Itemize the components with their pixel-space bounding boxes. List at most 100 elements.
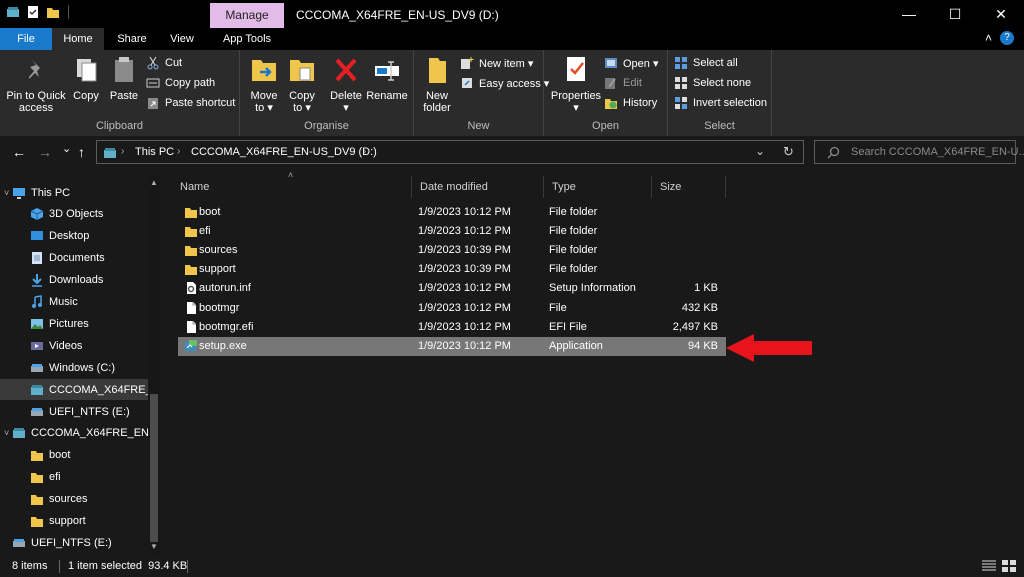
file-row[interactable]: setup.exe 1/9/2023 10:12 PM Application 94 … — [178, 336, 726, 356]
delete-button[interactable]: Delete ▾ — [328, 54, 364, 114]
status-separator — [187, 560, 188, 573]
large-icons-view-icon[interactable] — [1002, 560, 1016, 572]
nav-tree-item-label: Desktop — [49, 230, 90, 243]
select-none-button[interactable]: Select none — [674, 76, 751, 90]
column-header-size[interactable]: Size — [652, 176, 726, 198]
tab-app-tools[interactable]: App Tools — [210, 28, 284, 50]
minimize-button[interactable]: — — [886, 0, 932, 28]
file-row[interactable]: support 1/9/2023 10:39 PM File folder — [178, 260, 726, 279]
nav-tree-item[interactable]: sources — [0, 489, 148, 510]
edit-button[interactable]: Edit — [604, 76, 642, 90]
file-date-modified: 1/9/2023 10:12 PM — [418, 206, 511, 218]
expand-chevron-icon[interactable]: ˅ — [4, 428, 9, 438]
new-folder-icon[interactable] — [46, 5, 60, 19]
refresh-button[interactable]: ↻ — [783, 144, 794, 160]
pin-to-quick-access-button[interactable]: Pin to Quick access — [4, 54, 68, 114]
move-to-label-line2: to ▾ — [255, 102, 273, 114]
nav-tree-item[interactable]: ˅ CCCOMA_X64FRE_EN — [0, 423, 148, 444]
nav-tree-item[interactable]: support — [0, 511, 148, 532]
column-header-date-modified[interactable]: Date modified — [412, 176, 544, 198]
new-item-button[interactable]: New item ▾ — [460, 56, 533, 70]
cut-button[interactable]: Cut — [146, 56, 182, 70]
nav-tree-item[interactable]: Desktop — [0, 226, 148, 247]
nav-tree-item[interactable]: 3D Objects — [0, 204, 148, 225]
nav-tree-item[interactable]: Documents — [0, 248, 148, 269]
select-all-button[interactable]: Select all — [674, 56, 738, 70]
nav-tree-item[interactable]: CCCOMA_X64FRE_E — [0, 379, 148, 401]
tab-view[interactable]: View — [160, 28, 204, 50]
file-date-modified: 1/9/2023 10:12 PM — [418, 282, 511, 295]
settings-file-icon — [187, 282, 196, 295]
file-row[interactable]: bootmgr 1/9/2023 10:12 PM File 432 KB — [178, 299, 726, 318]
tab-share[interactable]: Share — [108, 28, 156, 50]
expand-chevron-icon[interactable]: ˅ — [4, 188, 9, 198]
scroll-up-arrow[interactable]: ▲ — [148, 178, 160, 187]
file-date-modified: 1/9/2023 10:39 PM — [418, 263, 511, 276]
new-folder-button[interactable]: New folder — [418, 54, 456, 114]
scroll-thumb[interactable] — [150, 394, 158, 542]
open-button[interactable]: Open ▾ — [604, 56, 659, 70]
file-row[interactable]: bootmgr.efi 1/9/2023 10:12 PM EFI File 2,49… — [178, 318, 726, 337]
nav-tree-item[interactable]: Pictures — [0, 313, 148, 334]
file-row[interactable]: boot 1/9/2023 10:12 PM File folder — [178, 203, 726, 222]
invert-selection-button[interactable]: Invert selection — [674, 96, 767, 110]
file-type: Application — [549, 339, 603, 352]
navigation-pane: ˅ This PC 3D Objects Desktop Documents Downlo… — [0, 176, 162, 556]
maximize-button[interactable]: ☐ — [932, 0, 978, 28]
file-row[interactable]: efi 1/9/2023 10:12 PM File folder — [178, 222, 726, 241]
nav-tree-item[interactable]: Music — [0, 292, 148, 313]
help-button[interactable]: ? — [1000, 31, 1014, 45]
address-bar[interactable]: › This PC › CCCOMA_X64FRE_EN-US_DV9 (D:)… — [96, 140, 804, 164]
properties-icon[interactable] — [26, 5, 40, 19]
file-type: File folder — [549, 225, 598, 238]
scroll-down-arrow[interactable]: ▼ — [148, 542, 160, 551]
breadcrumb-this-pc[interactable]: This PC — [135, 146, 174, 158]
nav-tree-item[interactable]: Windows (C:) — [0, 357, 148, 378]
search-box[interactable]: Search CCCOMA_X64FRE_EN-U... — [814, 140, 1024, 164]
copy-button[interactable]: Copy — [70, 54, 102, 102]
close-button[interactable]: ✕ — [978, 0, 1024, 28]
nav-tree-item[interactable]: boot — [0, 445, 148, 466]
details-view-icon[interactable] — [982, 560, 996, 572]
dvd-icon — [31, 384, 43, 395]
back-button[interactable]: ← — [12, 144, 26, 160]
properties-button[interactable]: Properties ▾ — [548, 54, 604, 114]
copy-to-label-line1: Copy — [289, 90, 315, 102]
column-header-name[interactable]: Name — [172, 176, 412, 198]
scissors-icon — [147, 56, 159, 70]
copy-to-folder-icon — [290, 60, 314, 81]
nav-tree-item-label: Pictures — [49, 317, 89, 330]
up-button[interactable]: ↑ — [78, 144, 85, 160]
move-to-button[interactable]: Move to ▾ — [244, 54, 284, 114]
nav-tree-item[interactable]: ˅ This PC — [0, 182, 148, 203]
tab-file[interactable]: File — [0, 28, 52, 50]
file-row[interactable]: sources 1/9/2023 10:39 PM File folder — [178, 241, 726, 260]
nav-tree-item[interactable]: Downloads — [0, 270, 148, 291]
column-header-type[interactable]: Type — [544, 176, 652, 198]
nav-tree-item[interactable]: UEFI_NTFS (E:) — [0, 401, 148, 422]
forward-button[interactable]: → — [38, 144, 52, 160]
file-date-modified: 1/9/2023 10:39 PM — [418, 244, 511, 257]
navigation-pane-scrollbar[interactable]: ▲ ▼ — [148, 176, 160, 556]
tab-manage[interactable]: Manage — [210, 3, 284, 28]
copy-to-button[interactable]: Copy to ▾ — [284, 54, 320, 114]
rename-label: Rename — [366, 90, 408, 102]
collapse-ribbon-button[interactable]: ˄ — [985, 31, 992, 45]
paste-shortcut-button[interactable]: Paste shortcut — [146, 96, 235, 110]
rename-button[interactable]: Rename — [366, 54, 408, 102]
file-row[interactable]: autorun.inf 1/9/2023 10:12 PM Setup Inform… — [178, 279, 726, 298]
address-dropdown-button[interactable]: ⌄ — [755, 144, 765, 158]
breadcrumb-drive[interactable]: CCCOMA_X64FRE_EN-US_DV9 (D:) — [191, 146, 377, 158]
paste-button[interactable]: Paste — [106, 54, 142, 102]
nav-tree-item[interactable]: Videos — [0, 335, 148, 356]
tab-home[interactable]: Home — [52, 28, 104, 50]
copy-path-button[interactable]: Copy path — [146, 76, 215, 90]
history-button[interactable]: History — [604, 96, 657, 110]
easy-access-button[interactable]: Easy access ▾ — [460, 76, 549, 90]
nav-tree-item[interactable]: UEFI_NTFS (E:) — [0, 532, 148, 553]
properties-label-line2: ▾ — [573, 102, 579, 114]
folder-icon — [31, 451, 43, 462]
recent-locations-button[interactable]: ⌄ — [62, 142, 71, 155]
history-icon — [605, 99, 617, 109]
nav-tree-item[interactable]: efi — [0, 467, 148, 488]
